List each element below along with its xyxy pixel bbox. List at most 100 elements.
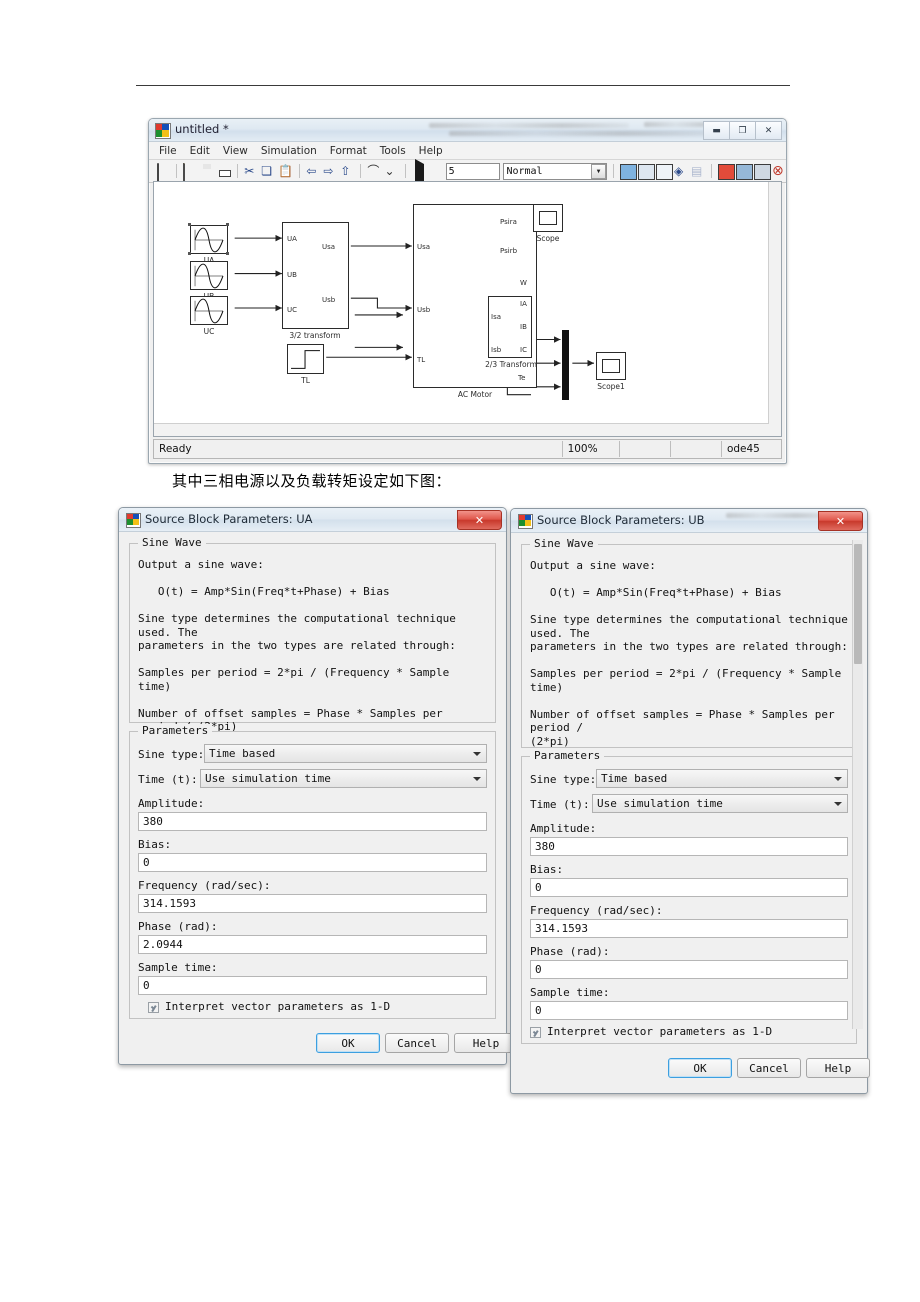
copy-icon[interactable]: ❏ (261, 164, 275, 179)
selection-handle[interactable] (226, 252, 229, 255)
simulation-mode-select[interactable]: Normal ▼ (503, 162, 607, 180)
sine-type-value: Time based (601, 772, 668, 785)
start-profiler-icon[interactable]: ⌒ (367, 164, 381, 179)
interpret-vector-checkbox[interactable] (148, 1002, 159, 1013)
minimize-button[interactable]: ▬ (703, 121, 730, 140)
save-icon[interactable] (200, 164, 214, 179)
bias-input[interactable]: 0 (530, 878, 848, 897)
dialog-ua-group-label: Sine Wave (138, 536, 206, 549)
window-controls: ▬ ❐ ✕ (703, 121, 782, 140)
port-label-isa-in: Isa (491, 313, 502, 321)
dialog-source-block-parameters-ua: Source Block Parameters: UA ✕ Sine Wave … (118, 507, 518, 1065)
amplitude-input[interactable]: 380 (530, 837, 848, 856)
selection-handle[interactable] (226, 223, 229, 226)
model-canvas[interactable]: UA UB UC UA UB UC Usa Usb 3/2 transform (153, 181, 782, 437)
dialog-ub-description-group: Sine Wave Output a sine wave: O(t) = Amp… (521, 537, 857, 829)
phase-input[interactable]: 2.0944 (138, 935, 487, 954)
dialog-ub-close-button[interactable]: ✕ (818, 511, 863, 531)
update-diagram-icon[interactable] (655, 163, 673, 180)
new-model-icon[interactable] (156, 162, 170, 182)
stop-time-input[interactable]: 5 (445, 162, 501, 180)
data-inspector-icon[interactable] (718, 163, 736, 180)
paste-icon[interactable]: 📋 (278, 164, 293, 179)
block-help-icon[interactable]: ⊗ (772, 163, 786, 179)
model-explorer-icon[interactable] (637, 163, 655, 180)
scope-block[interactable] (533, 204, 563, 232)
port-label-usa-in: Usa (417, 243, 431, 251)
menu-item-file[interactable]: File (159, 145, 177, 157)
port-label-usa-out: Usa (322, 243, 336, 251)
canvas-vertical-scrollbar[interactable] (768, 182, 781, 436)
frequency-input[interactable]: 314.1593 (530, 919, 848, 938)
minimize-icon: ▬ (712, 125, 721, 136)
menu-item-tools[interactable]: Tools (380, 145, 406, 157)
cancel-button[interactable]: Cancel (737, 1058, 801, 1078)
sample-time-input[interactable]: 0 (530, 1001, 848, 1020)
phase-input[interactable]: 0 (530, 960, 848, 979)
port-label-w: W (520, 279, 527, 287)
step-block-tl[interactable] (287, 344, 324, 374)
amplitude-label: Amplitude: (138, 797, 205, 810)
dialog-ub-body: Sine Wave Output a sine wave: O(t) = Amp… (515, 536, 870, 1089)
scope1-block[interactable] (596, 352, 626, 380)
menu-item-format[interactable]: Format (330, 145, 367, 157)
library-browser-icon[interactable] (619, 163, 637, 180)
bias-input[interactable]: 0 (138, 853, 487, 872)
undo-icon[interactable]: ⇦ (306, 164, 320, 179)
close-button[interactable]: ✕ (755, 121, 782, 140)
dialog-ua-close-button[interactable]: ✕ (457, 510, 502, 530)
cut-icon[interactable]: ✂ (244, 164, 258, 179)
toolbar-separator (237, 164, 239, 178)
close-icon: ✕ (474, 513, 485, 527)
build-icon[interactable]: ▤ (691, 164, 705, 179)
start-simulation-icon[interactable] (412, 158, 426, 186)
time-select[interactable]: Use simulation time (592, 794, 848, 813)
help-button[interactable]: Help (454, 1033, 518, 1053)
menu-item-help[interactable]: Help (419, 145, 443, 157)
sine-type-select[interactable]: Time based (204, 744, 487, 763)
port-label-te: Te (518, 374, 526, 382)
sample-time-input[interactable]: 0 (138, 976, 487, 995)
menu-item-edit[interactable]: Edit (190, 145, 210, 157)
scrollbar-thumb[interactable] (854, 544, 862, 664)
time-select[interactable]: Use simulation time (200, 769, 487, 788)
stop-profiler-icon[interactable]: ⌄ (384, 164, 398, 179)
canvas-horizontal-scrollbar[interactable] (154, 423, 769, 436)
model-advisor-icon[interactable] (736, 163, 754, 180)
sine-source-ub[interactable] (190, 261, 228, 290)
redo-icon[interactable]: ⇨ (323, 164, 337, 179)
maximize-button[interactable]: ❐ (729, 121, 756, 140)
mux-block[interactable] (562, 330, 569, 400)
debug-icon[interactable]: ◈ (674, 164, 688, 179)
interpret-vector-checkbox[interactable] (530, 1027, 541, 1038)
block-ac-motor-label: AC Motor (457, 390, 493, 399)
stop-simulation-icon[interactable] (429, 164, 443, 179)
ok-button[interactable]: OK (316, 1033, 380, 1053)
model-browser-icon[interactable] (754, 163, 772, 180)
port-label-psirb: Psirb (500, 247, 518, 255)
simulink-icon (518, 514, 533, 529)
selection-handle[interactable] (188, 252, 191, 255)
frequency-input[interactable]: 314.1593 (138, 894, 487, 913)
selection-handle[interactable] (188, 223, 191, 226)
help-button[interactable]: Help (806, 1058, 870, 1078)
port-label-tl-in: TL (417, 356, 426, 364)
print-icon[interactable] (217, 164, 231, 179)
page-header-rule (136, 85, 790, 86)
menu-item-simulation[interactable]: Simulation (261, 145, 317, 157)
time-value: Use simulation time (597, 797, 723, 810)
open-model-icon[interactable] (183, 162, 197, 182)
ok-button[interactable]: OK (668, 1058, 732, 1078)
toolbar-separator (360, 164, 362, 178)
up-to-parent-icon[interactable]: ⇧ (340, 164, 354, 179)
step-block-tl-label: TL (301, 376, 310, 385)
menu-item-view[interactable]: View (223, 145, 248, 157)
amplitude-input[interactable]: 380 (138, 812, 487, 831)
dialog-ub-vertical-scrollbar[interactable] (852, 540, 863, 1029)
cancel-button[interactable]: Cancel (385, 1033, 449, 1053)
close-icon: ✕ (835, 514, 846, 528)
sine-source-uc[interactable] (190, 296, 228, 325)
sine-source-ua[interactable] (190, 225, 228, 254)
maximize-icon: ❐ (738, 125, 747, 136)
sine-type-select[interactable]: Time based (596, 769, 848, 788)
